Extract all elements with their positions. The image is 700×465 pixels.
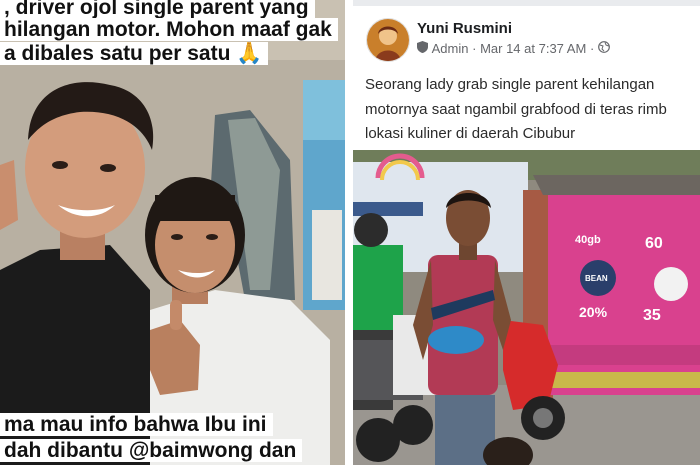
story-caption-line: dah dibantu @baimwong dan [0,439,303,462]
author-role: Admin [431,41,469,57]
post-text-line: Seorang lady grab single parent kehilang… [365,76,655,93]
story-panel: , driver ojol single parent yang hilanga… [0,0,345,465]
photo-sign-text: 20% [579,304,608,320]
story-caption-line: hilangan motor. Mohon maaf gak [0,18,338,41]
author-name[interactable]: Yuni Rusmini [417,20,512,37]
globe-icon [598,41,610,56]
post-text-line: motornya saat ngambil grabfood di teras … [365,100,667,118]
photo-sign-text: BEAN [585,274,608,283]
post-meta: Admin · Mar 14 at 7:37 AM · [417,40,610,56]
post-photo[interactable]: 40gb 60 BEAN 20% 35 [353,150,700,465]
post-text: Seorang lady grab single parent kehilang… [365,73,700,147]
post-text-line: lokasi kuliner di daerah Cibubur [365,125,576,142]
post-date[interactable]: Mar 14 at 7:37 AM [480,41,586,56]
story-caption-line: a dibales satu per satu 🙏 [0,42,269,65]
meta-separator: · [472,41,477,57]
story-caption-line: ma mau info bahwa Ibu ini [0,413,273,436]
author-avatar[interactable] [366,18,410,62]
photo-sign-text: 35 [643,307,661,324]
facebook-post: Yuni Rusmini Admin · Mar 14 at 7:37 AM ·… [353,0,700,465]
photo-sign-text: 40gb [575,234,601,246]
admin-badge-icon [417,41,428,56]
panel-divider [345,0,353,465]
post-top-border [353,0,700,6]
story-caption-line: , driver ojol single parent yang [0,0,315,19]
meta-separator: · [589,41,595,57]
photo-sign-text: 60 [645,235,663,252]
story-photo [0,0,345,465]
